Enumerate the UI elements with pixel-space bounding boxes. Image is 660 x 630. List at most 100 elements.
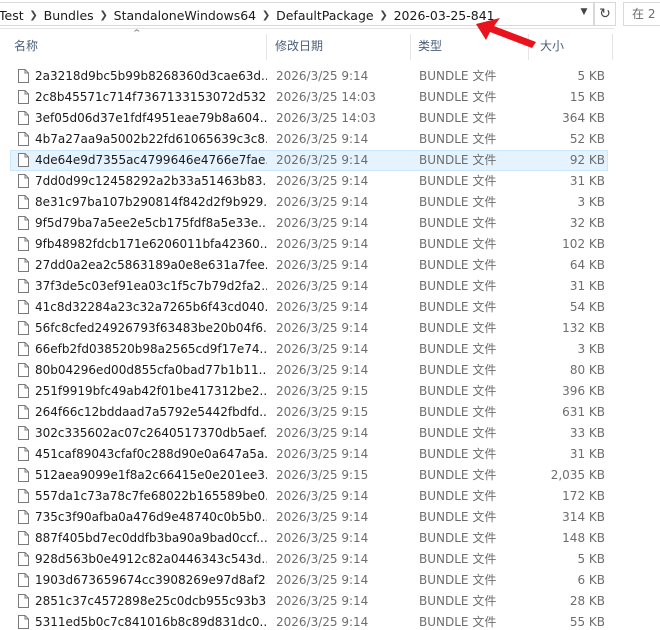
- file-modified-date: 2026/3/25 9:14: [276, 279, 369, 293]
- file-type: BUNDLE 文件: [419, 447, 497, 461]
- file-name: 251f9919bfc49ab42f01be417312be2...: [35, 384, 267, 398]
- file-name: 9f5d79ba7a5ee2e5cb175fdf8a5e33e...: [35, 216, 267, 230]
- file-icon: [16, 445, 32, 464]
- file-row[interactable]: 3ef05d06d37e1fdf4951eae79b8a604... 2026/3…: [10, 108, 608, 129]
- file-type: BUNDLE 文件: [419, 321, 497, 335]
- refresh-icon[interactable]: ↻: [594, 2, 616, 26]
- file-row[interactable]: 80b04296ed00d855cfa0bad77b1b11... 2026/3/…: [10, 360, 608, 381]
- file-type: BUNDLE 文件: [419, 258, 497, 272]
- file-name: 27dd0a2ea2c5863189a0e8e631a7fee...: [35, 258, 267, 272]
- file-icon: [16, 88, 32, 107]
- file-icon: [16, 550, 32, 569]
- file-modified-date: 2026/3/25 9:14: [276, 258, 369, 272]
- file-type: BUNDLE 文件: [419, 300, 497, 314]
- chevron-right-icon[interactable]: ❯: [376, 10, 392, 21]
- file-row[interactable]: 27dd0a2ea2c5863189a0e8e631a7fee... 2026/3…: [10, 255, 608, 276]
- file-modified-date: 2026/3/25 14:03: [276, 90, 376, 104]
- file-icon: [16, 298, 32, 317]
- file-modified-date: 2026/3/25 9:14: [276, 321, 369, 335]
- file-row[interactable]: 2c8b45571c714f7367133153072d532... 2026/3…: [10, 87, 608, 108]
- file-modified-date: 2026/3/25 9:15: [276, 468, 369, 482]
- file-name: 4b7a27aa9a5002b22fd61065639c3c8...: [35, 132, 267, 146]
- file-row[interactable]: 7dd0d99c12458292a2b33a51463b83... 2026/3/…: [10, 171, 608, 192]
- file-modified-date: 2026/3/25 9:14: [276, 132, 369, 146]
- chevron-down-icon[interactable]: ▼: [575, 2, 593, 22]
- breadcrumb-item-bundles[interactable]: Bundles: [42, 8, 96, 23]
- file-type: BUNDLE 文件: [419, 363, 497, 377]
- file-row[interactable]: 302c335602ac07c2640517370db5aef... 2026/3…: [10, 423, 608, 444]
- file-icon: [16, 466, 32, 485]
- file-icon: [16, 361, 32, 380]
- file-size: 32 KB: [569, 216, 605, 230]
- file-row[interactable]: 41c8d32284a23c32a7265b6f43cd040... 2026/3…: [10, 297, 608, 318]
- file-modified-date: 2026/3/25 9:14: [276, 615, 369, 629]
- file-type: BUNDLE 文件: [419, 69, 497, 83]
- file-size: 172 KB: [562, 489, 605, 503]
- file-row[interactable]: 5311ed5b0c7c841016b8c89d831dc0... 2026/3/…: [10, 612, 608, 630]
- file-modified-date: 2026/3/25 9:14: [276, 510, 369, 524]
- file-icon: [16, 382, 32, 401]
- file-row[interactable]: 8e31c97ba107b290814f842d2f9b929... 2026/3…: [10, 192, 608, 213]
- file-row[interactable]: 512aea9099e1f8a2c66415e0e201ee3... 2026/3…: [10, 465, 608, 486]
- file-row[interactable]: 264f66c12bddaad7a5792e5442fbdfd... 2026/3…: [10, 402, 608, 423]
- file-row[interactable]: 928d563b0e4912c82a0446343c543d... 2026/3/…: [10, 549, 608, 570]
- column-divider[interactable]: [410, 34, 411, 60]
- file-row[interactable]: 2a3218d9bc5b99b8268360d3cae63d... 2026/3/…: [10, 66, 608, 87]
- file-row[interactable]: 735c3f90afba0a476d9e48740c0b5b0... 2026/3…: [10, 507, 608, 528]
- file-type: BUNDLE 文件: [419, 531, 497, 545]
- file-name: 1903d673659674cc3908269e97d8af2...: [35, 573, 267, 587]
- file-row[interactable]: 66efb2fd038520b98a2565cd9f17e74... 2026/3…: [10, 339, 608, 360]
- red-arrow-icon: [476, 18, 536, 48]
- file-type: BUNDLE 文件: [419, 90, 497, 104]
- file-icon: [16, 172, 32, 191]
- file-row[interactable]: 9fb48982fdcb171e6206011bfa42360... 2026/3…: [10, 234, 608, 255]
- column-header-type[interactable]: 类型: [418, 30, 442, 60]
- file-row[interactable]: 557da1c73a78c7fe68022b165589be0... 2026/3…: [10, 486, 608, 507]
- file-size: 2,035 KB: [550, 468, 605, 482]
- file-type: BUNDLE 文件: [419, 174, 497, 188]
- column-divider[interactable]: [266, 34, 267, 60]
- file-size: 132 KB: [562, 321, 605, 335]
- file-size: 31 KB: [569, 174, 605, 188]
- search-input[interactable]: 在 2: [623, 2, 660, 26]
- chevron-right-icon[interactable]: ❯: [96, 10, 112, 21]
- file-row[interactable]: 2851c37c4572898e25c0dcb955c93b3... 2026/3…: [10, 591, 608, 612]
- file-name: 2a3218d9bc5b99b8268360d3cae63d...: [35, 69, 267, 83]
- file-row[interactable]: 1903d673659674cc3908269e97d8af2... 2026/3…: [10, 570, 608, 591]
- file-size: 80 KB: [569, 363, 605, 377]
- file-name: 56fc8cfed24926793f63483be20b04f6...: [35, 321, 267, 335]
- file-type: BUNDLE 文件: [419, 153, 497, 167]
- file-icon: [16, 109, 32, 128]
- file-icon: [16, 256, 32, 275]
- file-name: 37f3de5c03ef91ea03c1f5c7b79d2fa2...: [35, 279, 267, 293]
- file-row[interactable]: 37f3de5c03ef91ea03c1f5c7b79d2fa2... 2026/…: [10, 276, 608, 297]
- file-modified-date: 2026/3/25 9:14: [276, 531, 369, 545]
- file-icon: [16, 319, 32, 338]
- file-row[interactable]: 4de64e9d7355ac4799646e4766e7fae... 2026/3…: [10, 150, 608, 171]
- file-size: 314 KB: [562, 510, 605, 524]
- chevron-right-icon[interactable]: ❯: [26, 10, 42, 21]
- file-row[interactable]: 887f405bd7ec0ddfb3ba90a9bad0ccf... 2026/3…: [10, 528, 608, 549]
- file-size: 6 KB: [577, 573, 605, 587]
- file-size: 33 KB: [569, 426, 605, 440]
- file-size: 15 KB: [569, 90, 605, 104]
- file-name: 887f405bd7ec0ddfb3ba90a9bad0ccf...: [35, 531, 267, 545]
- column-header-date[interactable]: 修改日期: [275, 30, 323, 60]
- column-header-name[interactable]: 名称: [14, 30, 38, 60]
- chevron-right-icon[interactable]: ❯: [258, 10, 274, 21]
- breadcrumb-item-defaultpackage[interactable]: DefaultPackage: [274, 8, 376, 23]
- file-row[interactable]: 56fc8cfed24926793f63483be20b04f6... 2026/…: [10, 318, 608, 339]
- file-icon: [16, 214, 32, 233]
- breadcrumb-item-test[interactable]: Test: [0, 8, 26, 23]
- column-divider[interactable]: [612, 34, 613, 60]
- file-modified-date: 2026/3/25 9:14: [276, 447, 369, 461]
- file-type: BUNDLE 文件: [419, 279, 497, 293]
- file-modified-date: 2026/3/25 9:14: [276, 342, 369, 356]
- column-header-size[interactable]: 大小: [540, 30, 564, 60]
- breadcrumb-item-standalonewindows64[interactable]: StandaloneWindows64: [112, 8, 258, 23]
- file-row[interactable]: 9f5d79ba7a5ee2e5cb175fdf8a5e33e... 2026/3…: [10, 213, 608, 234]
- file-row[interactable]: 451caf89043cfaf0c288d90e0a647a5a... 2026/…: [10, 444, 608, 465]
- file-name: 557da1c73a78c7fe68022b165589be0...: [35, 489, 267, 503]
- file-row[interactable]: 251f9919bfc49ab42f01be417312be2... 2026/3…: [10, 381, 608, 402]
- file-row[interactable]: 4b7a27aa9a5002b22fd61065639c3c8... 2026/3…: [10, 129, 608, 150]
